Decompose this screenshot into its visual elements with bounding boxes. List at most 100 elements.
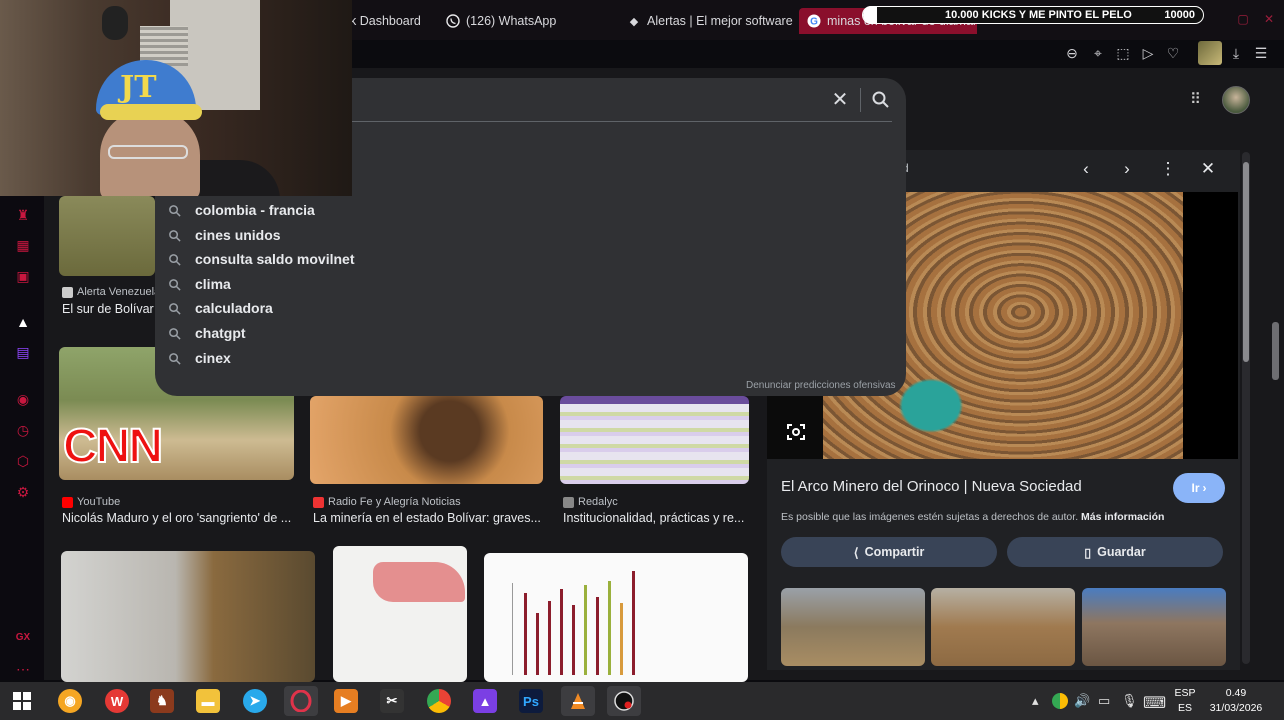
- previous-image-icon[interactable]: ‹: [1077, 160, 1095, 178]
- suggestion-item[interactable]: clima: [168, 273, 231, 295]
- scrollbar-thumb[interactable]: [1243, 162, 1249, 362]
- easy-setup-icon[interactable]: ☰: [1252, 44, 1270, 62]
- search-icon: [169, 327, 181, 340]
- suggestion-item[interactable]: cinex: [168, 347, 231, 369]
- result-title[interactable]: La minería en el estado Bolívar: graves.…: [313, 511, 545, 525]
- show-hidden-icons-icon[interactable]: ▴: [1032, 693, 1039, 709]
- cap-logo: JT: [120, 70, 157, 105]
- suggestion-item[interactable]: colombia - francia: [168, 199, 315, 221]
- search-icon: [169, 253, 181, 266]
- save-button[interactable]: ▯ Guardar: [1007, 537, 1223, 567]
- result-source: Alerta Venezuela: [62, 286, 160, 298]
- aria-icon[interactable]: ▲: [14, 313, 32, 331]
- maximize-icon[interactable]: ▢: [1236, 12, 1250, 26]
- result-image-soldiers[interactable]: [59, 196, 155, 276]
- more-dots-icon[interactable]: ⋯: [14, 660, 32, 678]
- obs-icon[interactable]: [607, 686, 641, 716]
- windows-start-icon[interactable]: [10, 689, 34, 713]
- result-image-building[interactable]: [61, 551, 315, 682]
- next-image-icon[interactable]: ›: [1118, 160, 1136, 178]
- result-source: Redalyc: [563, 496, 618, 508]
- clock[interactable]: 0.49 31/03/2026: [1206, 686, 1266, 716]
- preview-scrollbar[interactable]: [1242, 152, 1250, 664]
- app-icon[interactable]: ▲: [473, 689, 497, 713]
- search-icon[interactable]: [871, 90, 891, 110]
- gx-control-icon[interactable]: ▦: [14, 236, 32, 254]
- taskbar-app-icon[interactable]: ◉: [58, 689, 82, 713]
- date: 31/03/2026: [1209, 702, 1263, 714]
- file-explorer-icon[interactable]: ▬: [196, 689, 220, 713]
- suggestion-item[interactable]: calculadora: [168, 297, 273, 319]
- google-apps-icon[interactable]: ⠿: [1190, 92, 1206, 108]
- network-icon[interactable]: ▭: [1098, 693, 1110, 709]
- history-icon[interactable]: ◷: [14, 421, 32, 439]
- close-preview-icon[interactable]: ✕: [1199, 160, 1217, 178]
- google-lens-icon[interactable]: [785, 421, 807, 443]
- page-scrollbar-thumb[interactable]: [1272, 322, 1279, 380]
- related-thumbnail[interactable]: [931, 588, 1075, 666]
- result-image-table[interactable]: [560, 396, 749, 484]
- telegram-icon[interactable]: ➤: [243, 689, 267, 713]
- more-options-icon[interactable]: ⋮: [1159, 160, 1177, 178]
- capcut-icon[interactable]: ✂: [380, 689, 404, 713]
- result-source: Radio Fe y Alegría Noticias: [313, 496, 461, 508]
- result-image-bar-chart[interactable]: [484, 553, 748, 682]
- opera-gx-taskbar-icon[interactable]: [284, 686, 318, 716]
- extensions-icon[interactable]: ♜: [14, 206, 32, 224]
- clear-search-icon[interactable]: ✕: [830, 90, 850, 110]
- wps-office-icon[interactable]: W: [105, 689, 129, 713]
- account-avatar[interactable]: [1222, 86, 1250, 114]
- tab-whatsapp[interactable]: (126) WhatsApp: [446, 8, 556, 34]
- tab-alertas[interactable]: ◆ Alertas | El mejor software: [627, 8, 793, 34]
- preview-title[interactable]: El Arco Minero del Orinoco | Nueva Socie…: [781, 478, 1082, 495]
- vlc-icon[interactable]: [561, 686, 595, 716]
- tray-app-icon[interactable]: [1052, 693, 1068, 709]
- cube-icon[interactable]: ⬡: [14, 452, 32, 470]
- volume-icon[interactable]: 🔊: [1074, 693, 1090, 709]
- result-title[interactable]: Institucionalidad, prácticas y re...: [563, 511, 749, 525]
- related-thumbnail[interactable]: [1082, 588, 1226, 666]
- player-icon[interactable]: ◉: [14, 390, 32, 408]
- result-title[interactable]: El sur de Bolívar: [62, 302, 154, 316]
- related-thumbnail[interactable]: [781, 588, 925, 666]
- result-image-map[interactable]: [333, 546, 467, 682]
- search-icon: [169, 278, 181, 291]
- chrome-icon[interactable]: [427, 689, 451, 713]
- goal-progress-bar: [863, 6, 877, 24]
- game-icon[interactable]: ♞: [150, 689, 174, 713]
- microphone-icon[interactable]: 🎙: [1121, 693, 1138, 709]
- close-window-icon[interactable]: ✕: [1262, 12, 1276, 26]
- gx-logo-icon[interactable]: GX: [14, 629, 32, 647]
- photoshop-icon[interactable]: Ps: [519, 689, 543, 713]
- divider: [860, 88, 861, 112]
- media-player-icon[interactable]: ▶: [334, 689, 358, 713]
- result-title[interactable]: Nicolás Maduro y el oro 'sangriento' de …: [62, 511, 294, 525]
- settings-gear-icon[interactable]: ⚙: [14, 483, 32, 501]
- suggestion-item[interactable]: consulta saldo movilnet: [168, 248, 354, 270]
- preview-letterbox-right: [1183, 192, 1238, 459]
- result-image-miner[interactable]: [310, 396, 543, 484]
- tab-dashboard[interactable]: k Dashboard: [350, 8, 421, 34]
- heart-icon[interactable]: ♡: [1164, 44, 1182, 62]
- more-info-link[interactable]: Más información: [1081, 511, 1164, 523]
- zoom-out-icon[interactable]: ⊖: [1063, 44, 1081, 62]
- share-button[interactable]: ⟨ Compartir: [781, 537, 997, 567]
- search-icon: [169, 302, 181, 315]
- profile-avatar[interactable]: [1198, 41, 1222, 65]
- pin-icon[interactable]: ⌖: [1089, 44, 1107, 62]
- twitch-icon[interactable]: ▤: [14, 343, 32, 361]
- visit-button[interactable]: Ir ›: [1173, 473, 1225, 503]
- input-language[interactable]: ESP ES: [1170, 686, 1200, 716]
- report-predictions-link[interactable]: Denunciar predicciones ofensivas: [746, 380, 896, 391]
- keyboard-icon[interactable]: ⌨: [1143, 693, 1166, 713]
- search-input[interactable]: [352, 78, 906, 122]
- download-icon[interactable]: ⤓: [1227, 44, 1245, 62]
- snapshot-icon[interactable]: ⬚: [1114, 44, 1132, 62]
- suggestion-item[interactable]: cines unidos: [168, 224, 281, 246]
- messenger-icon[interactable]: ▣: [14, 267, 32, 285]
- play-icon[interactable]: ▷: [1139, 44, 1157, 62]
- divider: [352, 121, 892, 122]
- suggestion-item[interactable]: chatgpt: [168, 322, 246, 344]
- copyright-note: Es posible que las imágenes estén sujeta…: [781, 511, 1165, 523]
- search-icon: [169, 229, 181, 242]
